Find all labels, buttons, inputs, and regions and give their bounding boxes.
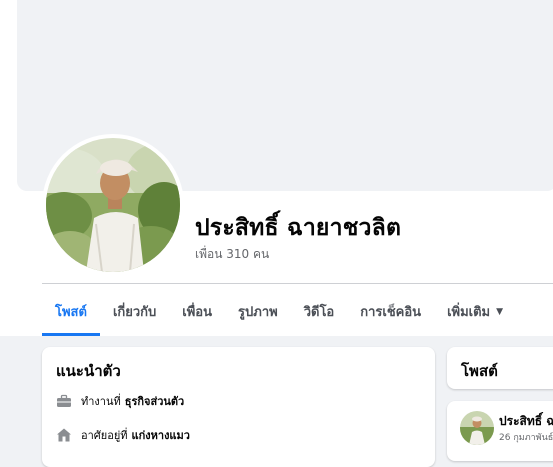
work-value[interactable]: ธุรกิจส่วนตัว — [125, 392, 184, 410]
tab-label: เกี่ยวกับ — [112, 305, 157, 320]
header-divider — [42, 283, 553, 284]
tab-about[interactable]: เกี่ยวกับ — [100, 290, 169, 333]
post-card: ประสิทธิ์ ฉ 26 กุมภาพันธ์ — [447, 401, 553, 461]
home-prefix: อาศัยอยู่ที่ — [81, 429, 128, 442]
home-row: อาศัยอยู่ที่ แก่งหางแมว — [56, 426, 190, 444]
home-icon — [56, 427, 72, 443]
profile-name: ประสิทธิ์ ฉายาชวลิต — [195, 215, 402, 241]
intro-card: แนะนำตัว ทำงานที่ ธุรกิจส่วนตัว อาศัยอยู… — [42, 347, 435, 467]
tab-checkins[interactable]: การเช็คอิน — [347, 290, 434, 333]
post-author[interactable]: ประสิทธิ์ ฉ — [499, 412, 553, 431]
profile-photo — [46, 138, 180, 272]
post-date[interactable]: 26 กุมภาพันธ์ — [499, 430, 553, 444]
tab-label: เพิ่มเติม — [447, 305, 491, 320]
posts-header-card: โพสต์ — [447, 347, 553, 389]
tab-label: โพสต์ — [55, 305, 87, 320]
posts-title: โพสต์ — [461, 362, 498, 380]
tab-videos[interactable]: วิดีโอ — [291, 290, 348, 333]
tab-posts[interactable]: โพสต์ — [42, 290, 100, 336]
work-prefix: ทำงานที่ — [81, 395, 121, 408]
tab-photos[interactable]: รูปภาพ — [225, 290, 291, 333]
briefcase-icon — [56, 393, 72, 409]
work-row: ทำงานที่ ธุรกิจส่วนตัว — [56, 392, 184, 410]
tab-label: เพื่อน — [182, 305, 213, 320]
tab-label: การเช็คอิน — [360, 305, 422, 320]
avatar[interactable] — [460, 411, 494, 445]
home-value[interactable]: แก่งหางแมว — [132, 426, 190, 444]
profile-avatar[interactable] — [42, 134, 184, 276]
intro-title: แนะนำตัว — [56, 362, 121, 380]
tab-label: รูปภาพ — [238, 305, 278, 320]
caret-down-icon: ▼ — [496, 306, 504, 317]
tab-label: วิดีโอ — [303, 305, 335, 320]
friends-count[interactable]: เพื่อน 310 คน — [195, 245, 269, 264]
tab-more[interactable]: เพิ่มเติม ▼ — [434, 290, 516, 333]
profile-tabs: โพสต์ เกี่ยวกับ เพื่อน รูปภาพ วิดีโอ การ… — [42, 290, 516, 336]
tab-friends[interactable]: เพื่อน — [169, 290, 225, 333]
